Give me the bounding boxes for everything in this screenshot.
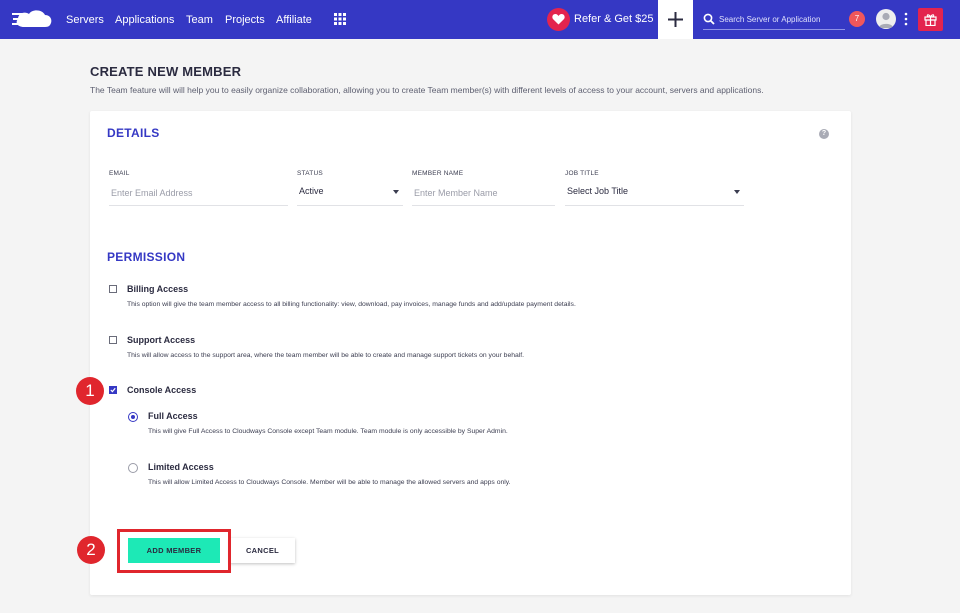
top-nav-bar: Servers Applications Team Projects Affil… [0,0,960,39]
help-icon[interactable]: ? [819,129,829,139]
limited-access-radio[interactable] [128,463,138,473]
step-2-badge: 2 [77,536,105,564]
email-input[interactable] [109,184,288,202]
status-value: Active [299,186,324,196]
nav-team[interactable]: Team [186,13,213,27]
member-name-field-box [412,183,555,206]
full-access-title: Full Access [148,411,198,421]
cloud-logo-icon[interactable] [12,7,54,31]
more-vertical-icon[interactable] [904,12,908,26]
full-access-desc: This will give Full Access to Cloudways … [148,428,508,435]
limited-access-desc: This will allow Limited Access to Cloudw… [148,479,511,486]
permission-heading: PERMISSION [107,250,186,264]
notification-badge[interactable]: 7 [849,11,865,27]
nav-servers[interactable]: Servers [66,13,104,27]
gift-icon [924,14,937,26]
support-access-desc: This will allow access to the support ar… [127,352,525,359]
job-title-field-group: JOB TITLE Select Job Title [565,170,744,206]
billing-access-checkbox[interactable] [109,285,117,293]
plus-icon [668,12,683,27]
user-avatar[interactable] [876,9,896,29]
page-description: The Team feature will will help you to e… [90,85,764,95]
status-field-group: STATUS Active [297,170,403,206]
member-name-input[interactable] [412,184,555,202]
status-label: STATUS [297,170,323,177]
user-avatar-icon [879,12,893,28]
email-label: EMAIL [109,170,130,177]
member-name-field-group: MEMBER NAME [412,170,555,206]
details-heading: DETAILS [107,126,160,140]
billing-access-desc: This option will give the team member ac… [127,301,576,308]
console-access-title: Console Access [127,385,197,395]
console-access-checkbox[interactable] [109,386,117,394]
caret-down-icon [734,190,740,194]
step-1-badge: 1 [76,377,104,405]
page-title: CREATE NEW MEMBER [90,64,242,79]
check-icon [110,387,116,393]
job-title-value: Select Job Title [567,186,629,196]
apps-grid-icon[interactable] [334,13,346,25]
job-title-label: JOB TITLE [565,170,599,177]
limited-access-title: Limited Access [148,462,214,472]
search-input[interactable] [719,12,845,26]
member-name-label: MEMBER NAME [412,170,464,177]
support-access-checkbox[interactable] [109,336,117,344]
heart-icon [552,13,565,25]
caret-down-icon [393,190,399,194]
search-box [703,10,845,30]
job-title-select[interactable]: Select Job Title [565,183,744,206]
nav-applications[interactable]: Applications [115,13,174,27]
gift-button[interactable] [918,8,943,31]
status-select[interactable]: Active [297,183,403,206]
billing-access-title: Billing Access [127,284,189,294]
full-access-radio[interactable] [128,412,138,422]
refer-link[interactable]: Refer & Get $25 [574,13,654,25]
nav-projects[interactable]: Projects [225,13,265,27]
refer-heart-button[interactable] [547,8,570,31]
cancel-button[interactable]: CANCEL [230,538,295,563]
create-member-card: DETAILS ? EMAIL STATUS Active MEMBER NAM… [90,111,851,595]
support-access-title: Support Access [127,335,196,345]
email-field-box [109,183,288,206]
nav-affiliate[interactable]: Affiliate [276,13,312,27]
add-button[interactable] [658,0,693,39]
add-member-highlight [117,529,231,573]
email-field-group: EMAIL [109,170,288,206]
search-icon [703,13,715,25]
